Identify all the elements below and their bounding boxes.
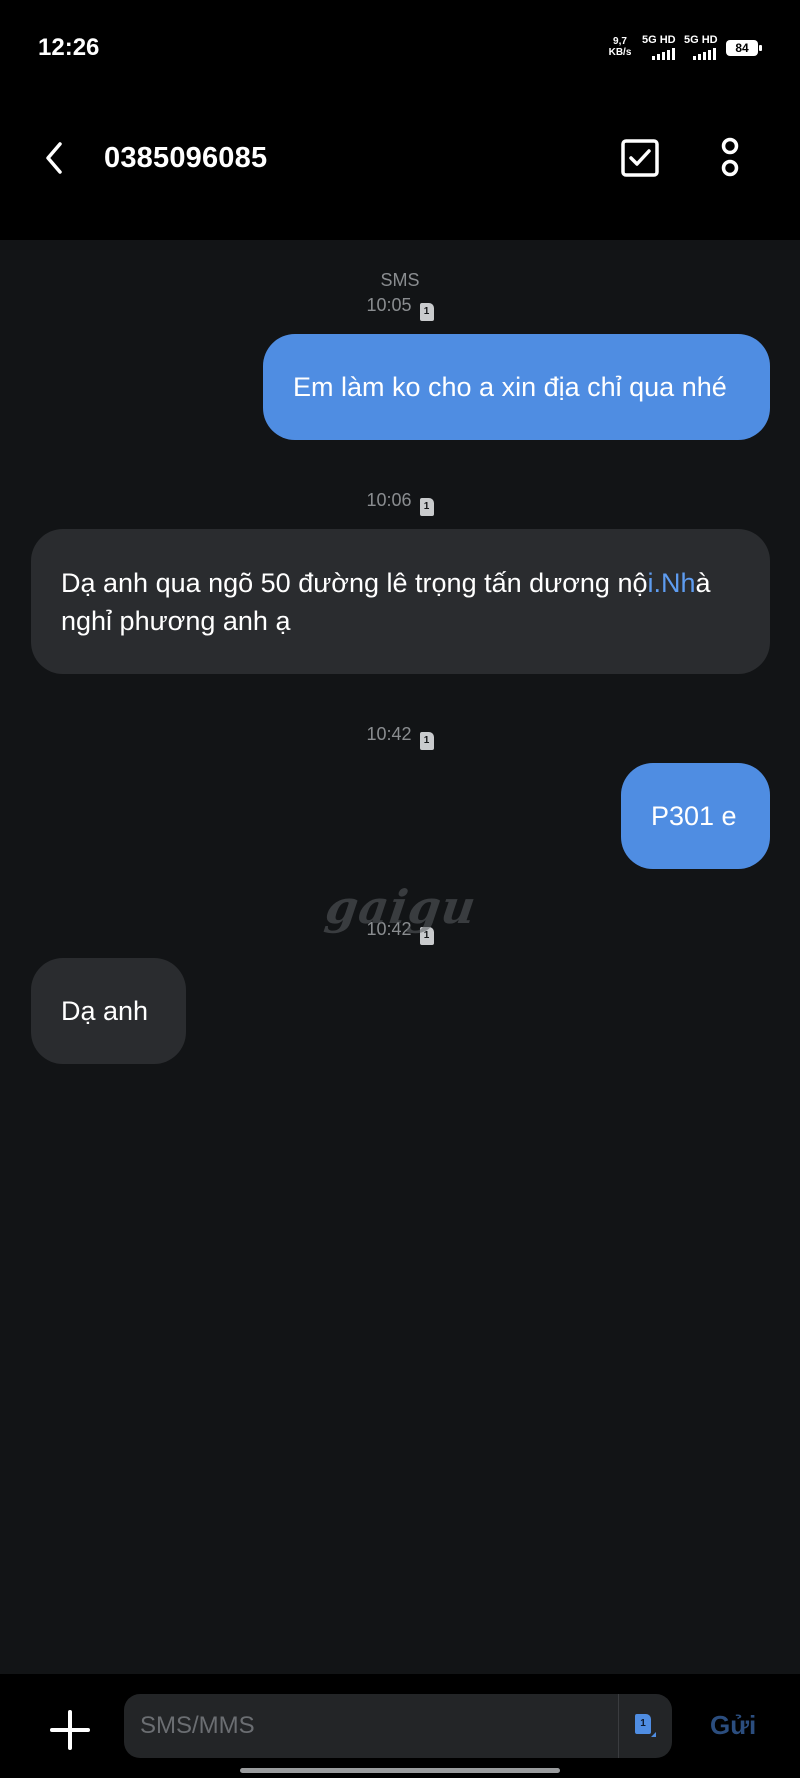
battery-icon: 84: [726, 40, 762, 56]
network-type-1: 5G HD: [642, 34, 676, 46]
message-input[interactable]: SMS/MMS: [124, 1694, 672, 1758]
timestamp-text: 10:42: [366, 724, 412, 744]
watermark: gaigu: [322, 880, 480, 934]
sim-card-icon: 1: [635, 1714, 651, 1734]
dropdown-corner-icon: [651, 1732, 656, 1737]
attach-button[interactable]: [48, 1708, 92, 1752]
message-timestamp: 10:42 1: [0, 724, 800, 750]
composer-bar: SMS/MMS 1 Gửi: [0, 1674, 800, 1778]
select-messages-button[interactable]: [618, 136, 662, 180]
checkbox-icon: [621, 139, 659, 177]
message-text: P301 e: [651, 801, 737, 831]
speed-unit: KB/s: [608, 47, 632, 58]
outgoing-message[interactable]: Em làm ko cho a xin địa chỉ qua nhé: [263, 334, 770, 440]
outgoing-message[interactable]: P301 e: [621, 763, 770, 869]
incoming-message[interactable]: Dạ anh: [31, 958, 186, 1064]
plus-icon: [50, 1710, 90, 1750]
message-link[interactable]: i.Nh: [648, 568, 696, 598]
status-time: 12:26: [38, 34, 100, 61]
sim-card-icon: 1: [419, 303, 434, 321]
message-text: Dạ anh qua ngõ 50 đường lê trọng tấn dươ…: [61, 567, 711, 636]
message-timestamp: 10:05 1: [0, 295, 800, 321]
network-type-2: 5G HD: [684, 34, 718, 46]
incoming-message[interactable]: Dạ anh qua ngõ 50 đường lê trọng tấn dươ…: [31, 529, 770, 674]
status-bar: 12:26 9,7 KB/s 5G HD 5G HD 84: [0, 0, 800, 100]
speed-value: 9,7: [613, 36, 627, 47]
timestamp-text: 10:06: [366, 490, 412, 510]
message-timestamp: 10:06 1: [0, 490, 800, 516]
send-button[interactable]: Gửi: [710, 1710, 756, 1741]
sim-card-icon: 1: [419, 498, 434, 516]
message-text: Em làm ko cho a xin địa chỉ qua nhé: [293, 372, 727, 402]
signal-icon: [652, 48, 675, 60]
contact-number[interactable]: 0385096085: [104, 142, 267, 175]
timestamp-text: 10:05: [366, 295, 412, 315]
signal-icon: [693, 48, 716, 60]
sim-card-icon: 1: [419, 732, 434, 750]
more-options-button[interactable]: [712, 136, 748, 180]
sim-select-button[interactable]: 1: [618, 1694, 673, 1758]
home-indicator[interactable]: [240, 1768, 560, 1773]
more-vert-icon: [721, 137, 739, 177]
back-button[interactable]: [40, 138, 70, 178]
conversation-header: 0385096085: [0, 100, 800, 240]
message-text: Dạ anh: [61, 996, 149, 1026]
chevron-left-icon: [46, 142, 62, 174]
message-type-label: SMS: [380, 270, 420, 290]
network-speed: 9,7 KB/s: [604, 36, 636, 58]
